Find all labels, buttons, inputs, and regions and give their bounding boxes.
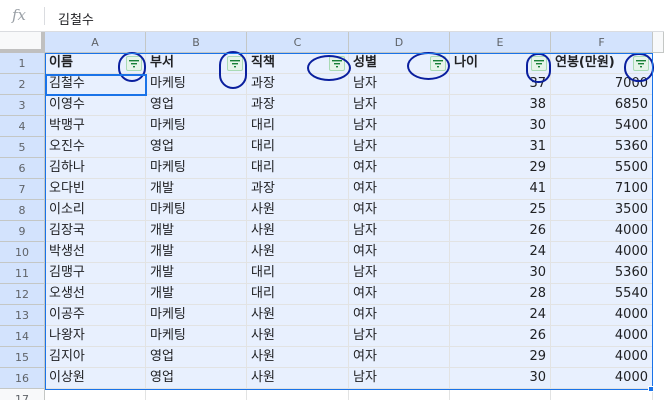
column-header-b[interactable]: B xyxy=(146,32,247,53)
column-header-f[interactable]: F xyxy=(551,32,653,53)
empty-cell[interactable] xyxy=(45,389,146,400)
empty-cell[interactable] xyxy=(247,389,349,400)
row-header-2[interactable]: 2 xyxy=(0,74,45,95)
column-header-c[interactable]: C xyxy=(247,32,349,53)
active-cell xyxy=(45,74,147,96)
column-header-a[interactable]: A xyxy=(45,32,146,53)
row-header-4[interactable]: 4 xyxy=(0,116,45,137)
select-all-corner[interactable] xyxy=(0,32,45,53)
formula-bar: fx 김철수 xyxy=(0,0,664,32)
empty-cell[interactable] xyxy=(551,389,653,400)
row-header-3[interactable]: 3 xyxy=(0,95,45,116)
row-header-6[interactable]: 6 xyxy=(0,158,45,179)
row-header-16[interactable]: 16 xyxy=(0,368,45,389)
row-header-12[interactable]: 12 xyxy=(0,284,45,305)
row-header-10[interactable]: 10 xyxy=(0,242,45,263)
column-header-e[interactable]: E xyxy=(450,32,551,53)
formula-input[interactable]: 김철수 xyxy=(58,9,94,28)
row-header-13[interactable]: 13 xyxy=(0,305,45,326)
empty-cell[interactable] xyxy=(146,389,247,400)
empty-cell[interactable] xyxy=(349,389,450,400)
row-header-15[interactable]: 15 xyxy=(0,347,45,368)
row-header-7[interactable]: 7 xyxy=(0,179,45,200)
row-header-1[interactable]: 1 xyxy=(0,53,45,74)
row-header-5[interactable]: 5 xyxy=(0,137,45,158)
fill-handle[interactable] xyxy=(648,386,654,392)
row-header-9[interactable]: 9 xyxy=(0,221,45,242)
row-header-11[interactable]: 11 xyxy=(0,263,45,284)
row-header-17[interactable]: 17 xyxy=(0,389,45,400)
selected-range xyxy=(45,53,653,390)
row-header-14[interactable]: 14 xyxy=(0,326,45,347)
formula-bar-divider xyxy=(44,7,45,25)
column-header-d[interactable]: D xyxy=(349,32,450,53)
fx-icon: fx xyxy=(12,6,27,24)
empty-cell[interactable] xyxy=(450,389,551,400)
row-header-8[interactable]: 8 xyxy=(0,200,45,221)
spreadsheet-grid: A B C D E F 1 2 3 4 5 6 7 8 9 10 11 12 13 14 15 16 17 이름 부서 직책 성별 나… xyxy=(0,32,664,400)
column-header-extra xyxy=(653,32,664,53)
